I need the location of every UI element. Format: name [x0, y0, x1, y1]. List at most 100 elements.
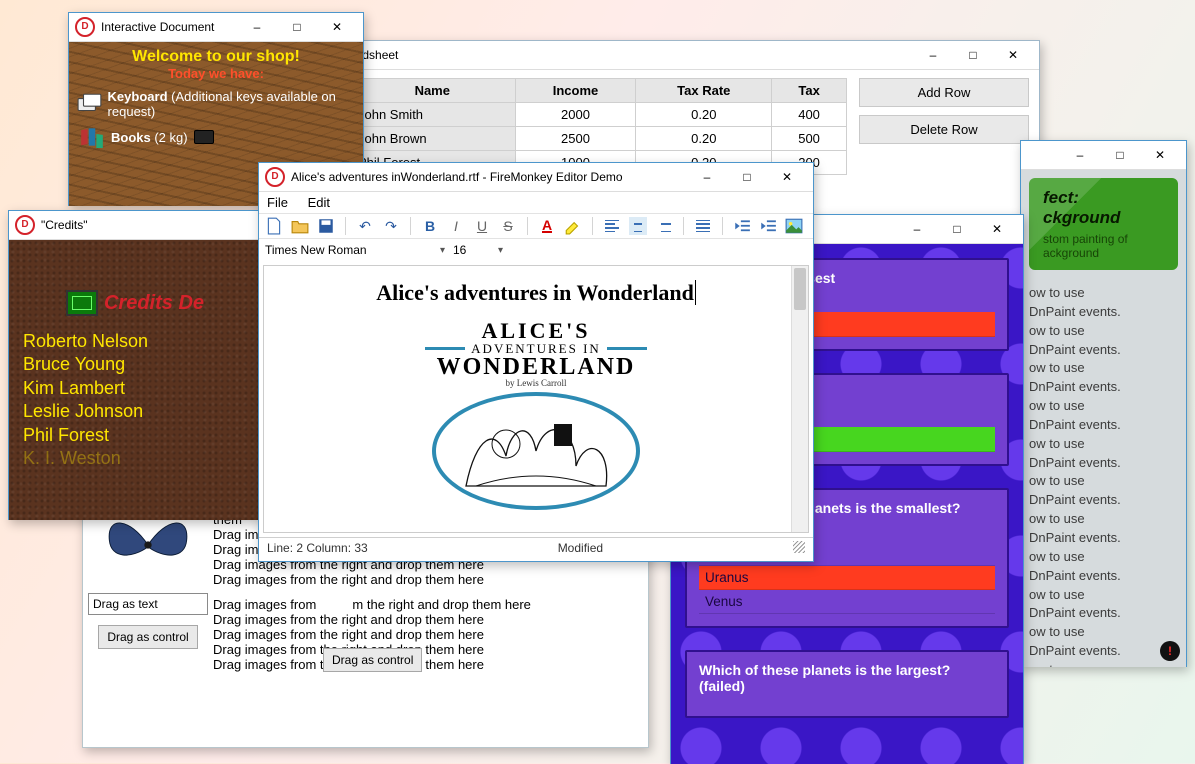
cursor-position: Line: 2 Column: 33 [267, 541, 368, 555]
col-taxrate[interactable]: Tax Rate [636, 79, 772, 103]
quiz-card: Which of these planets is the largest? (… [685, 650, 1009, 718]
spreadsheet-titlebar[interactable]: readsheet – □ ✕ [339, 41, 1039, 70]
table-row[interactable]: John Brown25000.20500 [350, 127, 847, 151]
font-family-select[interactable]: Times New Roman [265, 243, 445, 257]
menu-edit[interactable]: Edit [308, 195, 330, 210]
col-income[interactable]: Income [515, 79, 636, 103]
indent-icon[interactable] [759, 217, 777, 235]
credits-window: "Credits" Credits De Roberto Nelson Bruc… [8, 210, 262, 520]
modified-indicator: Modified [558, 541, 603, 555]
table-row[interactable]: John Smith20000.20400 [350, 103, 847, 127]
spreadsheet-title: readsheet [345, 48, 913, 62]
resize-grip-icon[interactable] [793, 541, 805, 553]
save-file-icon[interactable] [317, 217, 335, 235]
maximize-button[interactable]: □ [277, 16, 317, 39]
drag-as-control-button[interactable]: Drag as control [98, 625, 197, 649]
error-icon[interactable]: ! [1160, 641, 1180, 661]
col-tax[interactable]: Tax [772, 79, 847, 103]
minimize-button[interactable]: – [1060, 144, 1100, 167]
delete-row-button[interactable]: Delete Row [859, 115, 1029, 144]
onpaint-window: – □ ✕ fect: ckground stom painting of ac… [1020, 140, 1187, 667]
shop-subheading: Today we have: [77, 66, 355, 81]
maximize-button[interactable]: □ [937, 218, 977, 241]
font-color-button[interactable]: A [538, 217, 556, 235]
close-button[interactable]: ✕ [317, 16, 357, 39]
credit-name: Phil Forest [23, 424, 247, 447]
quiz-option[interactable]: Uranus [699, 566, 995, 590]
editor-statusbar: Line: 2 Column: 33 Modified [259, 537, 813, 558]
onpaint-text: ow to use DnPaint events. ow to use DnPa… [1029, 284, 1178, 667]
close-button[interactable]: ✕ [977, 218, 1017, 241]
onpaint-card-sub: stom painting of ackground [1043, 232, 1164, 260]
minimize-button[interactable]: – [913, 44, 953, 67]
credit-name: Kim Lambert [23, 377, 247, 400]
doc-heading: Alice's adventures in Wonderland [376, 280, 696, 306]
undo-icon[interactable]: ↶ [356, 217, 374, 235]
open-file-icon[interactable] [291, 217, 309, 235]
books-icon [77, 125, 107, 149]
editor-document[interactable]: Alice's adventures in Wonderland ALICE'S… [263, 265, 809, 533]
new-file-icon[interactable] [265, 217, 283, 235]
credit-name: Bruce Young [23, 353, 247, 376]
credit-name: K. I. Weston [23, 447, 247, 470]
app-icon [75, 17, 95, 37]
credit-name: Roberto Nelson [23, 330, 247, 353]
underline-button[interactable]: U [473, 217, 491, 235]
chip-icon [66, 290, 98, 316]
menu-file[interactable]: File [267, 195, 288, 210]
credits-titlebar[interactable]: "Credits" [9, 211, 261, 240]
maximize-button[interactable]: □ [727, 166, 767, 189]
editor-window: Alice's adventures inWonderland.rtf - Fi… [258, 162, 814, 562]
spreadsheet-table[interactable]: Name Income Tax Rate Tax John Smith20000… [349, 78, 847, 175]
close-button[interactable]: ✕ [993, 44, 1033, 67]
font-size-select[interactable]: 16 [453, 243, 503, 257]
shop-item[interactable]: Keyboard (Additional keys available on r… [77, 89, 355, 119]
minimize-button[interactable]: – [237, 16, 277, 39]
italic-button[interactable]: I [447, 217, 465, 235]
shop-item[interactable]: Books (2 kg) [77, 125, 355, 149]
vertical-scrollbar[interactable] [791, 266, 808, 532]
credits-title: "Credits" [41, 218, 255, 232]
editor-menubar: File Edit [259, 192, 813, 213]
onpaint-card: fect: ckground stom painting of ackgroun… [1029, 178, 1178, 270]
col-name[interactable]: Name [350, 79, 516, 103]
align-center-icon[interactable] [629, 217, 647, 235]
align-justify-icon[interactable] [694, 217, 712, 235]
scrollbar-thumb[interactable] [794, 268, 806, 310]
strike-button[interactable]: S [499, 217, 517, 235]
highlight-button[interactable] [564, 217, 582, 235]
floating-drag-button[interactable]: Drag as control [323, 648, 422, 672]
editor-title: Alice's adventures inWonderland.rtf - Fi… [291, 170, 687, 184]
align-right-icon[interactable] [655, 217, 673, 235]
minimize-button[interactable]: – [687, 166, 727, 189]
redo-icon[interactable]: ↷ [382, 217, 400, 235]
close-button[interactable]: ✕ [767, 166, 807, 189]
editor-toolbar: ↶ ↷ B I U S A [259, 213, 813, 239]
quiz-question: Which of these planets is the largest? (… [699, 662, 995, 694]
credit-name: Leslie Johnson [23, 400, 247, 423]
app-icon [15, 215, 35, 235]
onpaint-titlebar[interactable]: – □ ✕ [1021, 141, 1186, 170]
add-row-button[interactable]: Add Row [859, 78, 1029, 107]
shop-heading: Welcome to our shop! [77, 48, 355, 66]
weight-icon [194, 130, 214, 144]
onpaint-card-heading: fect: ckground [1043, 188, 1164, 228]
quiz-option[interactable]: Venus [699, 590, 995, 614]
editor-titlebar[interactable]: Alice's adventures inWonderland.rtf - Fi… [259, 163, 813, 192]
credits-heading: Credits De [104, 292, 204, 315]
drag-text-input[interactable] [88, 593, 208, 615]
maximize-button[interactable]: □ [1100, 144, 1140, 167]
maximize-button[interactable]: □ [953, 44, 993, 67]
book-title-graphic: ALICE'S ADVENTURES IN WONDERLAND by Lewi… [425, 320, 647, 388]
bold-button[interactable]: B [421, 217, 439, 235]
shop-title: Interactive Document [101, 20, 237, 34]
shop-titlebar[interactable]: Interactive Document – □ ✕ [69, 13, 363, 42]
align-left-icon[interactable] [603, 217, 621, 235]
keyboard-icon [77, 92, 104, 116]
app-icon [265, 167, 285, 187]
minimize-button[interactable]: – [897, 218, 937, 241]
outdent-icon[interactable] [733, 217, 751, 235]
insert-image-icon[interactable] [785, 217, 803, 235]
book-illustration [432, 392, 640, 510]
close-button[interactable]: ✕ [1140, 144, 1180, 167]
